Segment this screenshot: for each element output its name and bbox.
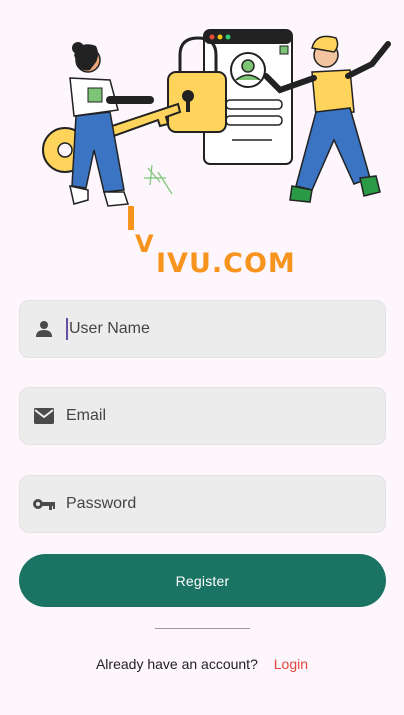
email-field[interactable] (19, 387, 386, 445)
hero-illustration: V IVU.COM (0, 0, 404, 290)
person-icon (22, 320, 66, 338)
brand-logo: V IVU.COM (128, 206, 296, 279)
username-field[interactable] (19, 300, 386, 358)
brand-logo-letter: V (135, 230, 154, 258)
password-field[interactable] (19, 475, 386, 533)
brand-logo-text: IVU.COM (156, 248, 296, 279)
login-prompt: Already have an account? Login (0, 656, 404, 672)
padlock-illustration (167, 36, 227, 133)
username-input[interactable] (69, 320, 349, 338)
text-cursor (66, 318, 68, 340)
mail-icon (22, 407, 66, 425)
divider (155, 628, 250, 629)
sparkle-illustration (144, 164, 173, 195)
login-prompt-text: Already have an account? (95, 656, 258, 672)
key-icon (22, 497, 66, 511)
password-input[interactable] (66, 495, 346, 513)
login-link[interactable]: Login (274, 656, 308, 672)
email-input[interactable] (66, 407, 346, 425)
register-button[interactable]: Register (19, 554, 386, 607)
